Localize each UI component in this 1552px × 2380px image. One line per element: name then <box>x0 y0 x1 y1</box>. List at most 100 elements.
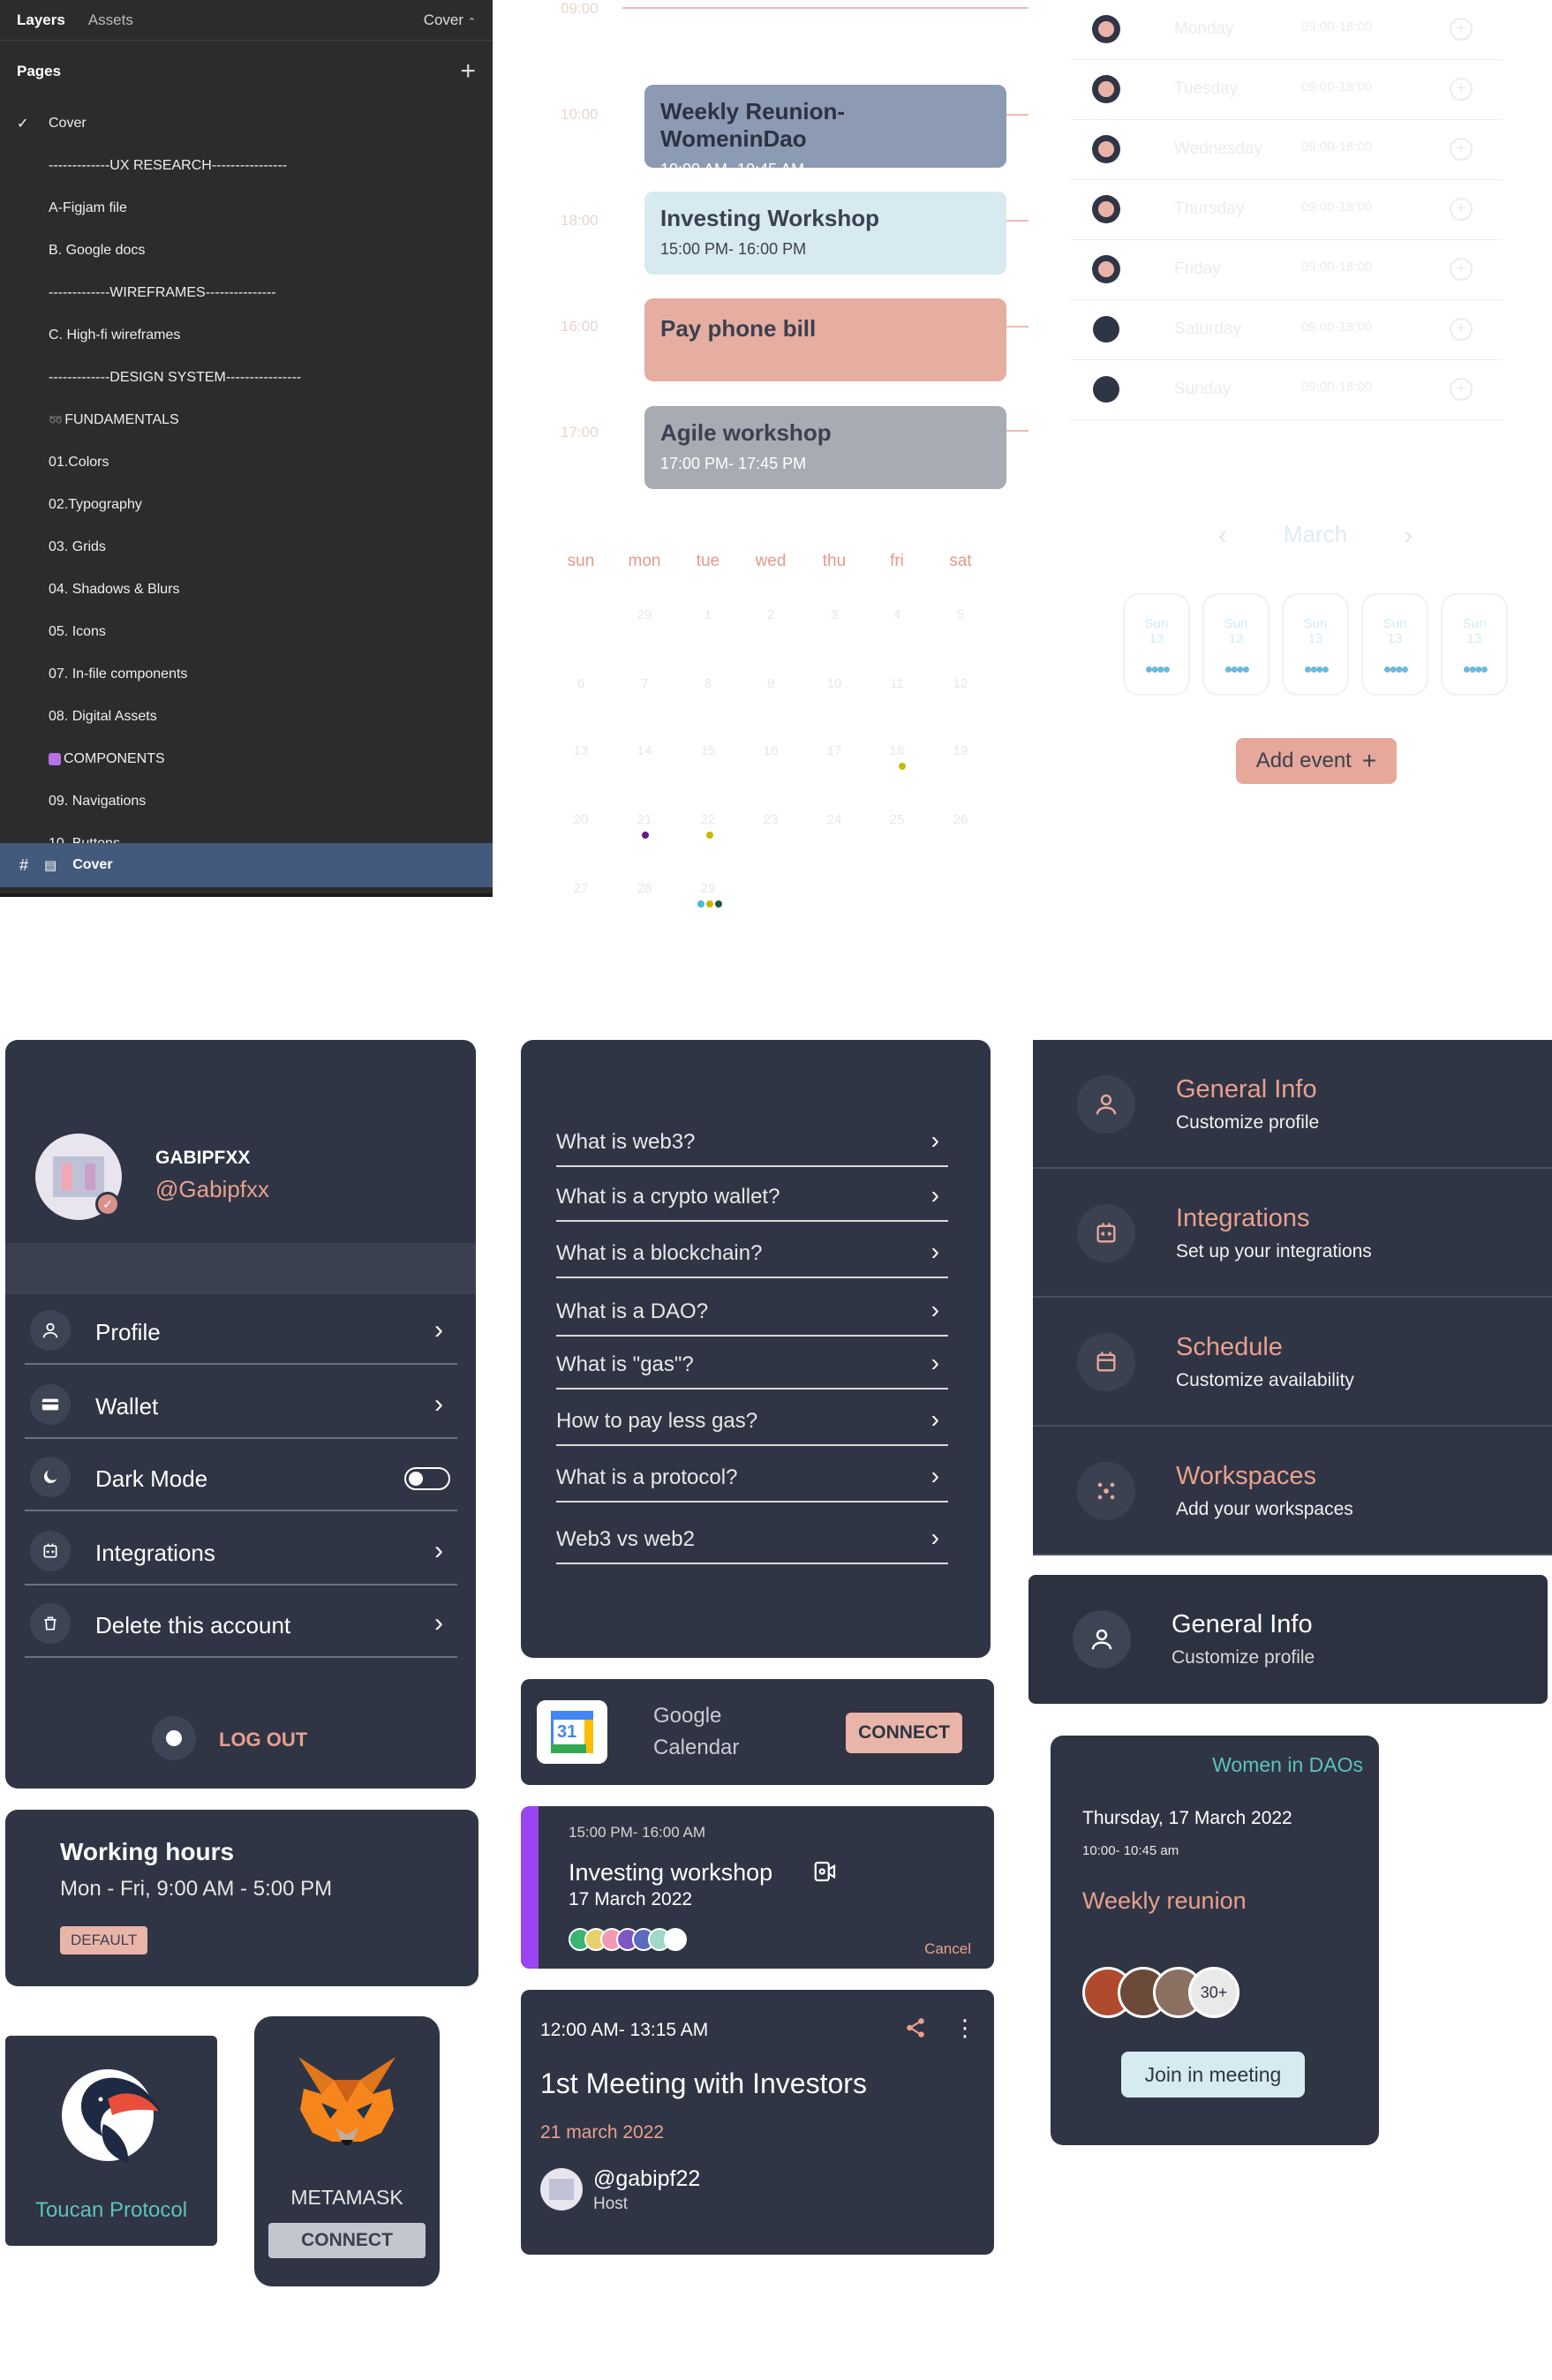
add-hours-icon[interactable]: + <box>1450 78 1473 101</box>
faq-item[interactable]: What is a DAO? › <box>556 1280 948 1337</box>
day-card[interactable]: Sun 13 ●●●● <box>1441 593 1508 696</box>
add-page-icon[interactable]: + <box>460 56 476 87</box>
chevron-left-icon[interactable]: ‹ <box>1218 521 1227 551</box>
calendar-day[interactable]: 7 <box>627 676 662 691</box>
page-item[interactable]: ➿ FUNDAMENTALS <box>0 399 493 441</box>
video-call-icon[interactable] <box>812 1857 839 1886</box>
calendar-day[interactable]: 18 <box>879 743 915 758</box>
settings-row[interactable]: Integrations Set up your integrations <box>1033 1169 1552 1298</box>
event-investing-workshop[interactable]: Investing Workshop 15:00 PM- 16:00 PM <box>644 192 1006 275</box>
day-card[interactable]: Sun 13 ●●●● <box>1123 593 1190 696</box>
cancel-link[interactable]: Cancel <box>924 1940 971 1958</box>
settings-row[interactable]: General Info Customize profile <box>1033 1040 1552 1169</box>
calendar-day[interactable]: 21 <box>627 812 662 827</box>
calendar-day[interactable]: 15 <box>690 743 726 758</box>
event-agile-workshop[interactable]: Agile workshop 17:00 PM- 17:45 PM <box>644 406 1006 489</box>
page-item[interactable]: 07. In-file components <box>0 653 493 696</box>
menu-item-dark-mode[interactable]: Dark Mode <box>25 1439 457 1511</box>
faq-item[interactable]: What is a crypto wallet? › <box>556 1165 948 1222</box>
event-weekly-reunion[interactable]: Weekly Reunion-WomeninDao 10:00 AM- 10:4… <box>644 85 1006 178</box>
calendar-day[interactable]: 26 <box>943 812 978 827</box>
settings-row-general-info-hover[interactable]: General Info Customize profile <box>1028 1575 1548 1704</box>
calendar-day[interactable]: 10 <box>817 676 852 691</box>
calendar-day[interactable]: 4 <box>879 607 915 622</box>
calendar-day[interactable]: 1 <box>690 607 726 622</box>
google-calendar-connect-button[interactable]: CONNECT <box>846 1713 962 1753</box>
add-hours-icon[interactable]: + <box>1450 198 1473 221</box>
menu-item-profile[interactable]: Profile › <box>25 1292 457 1365</box>
faq-item[interactable]: How to pay less gas? › <box>556 1390 948 1446</box>
page-item[interactable]: -------------WIREFRAMES--------------- <box>0 272 493 314</box>
calendar-day[interactable]: 6 <box>563 676 599 691</box>
faq-item[interactable]: Web3 vs web2 › <box>556 1508 948 1564</box>
day-radio[interactable] <box>1093 256 1119 282</box>
menu-item-wallet[interactable]: Wallet › <box>25 1367 457 1439</box>
page-item[interactable]: 08. Digital Assets <box>0 696 493 738</box>
calendar-day[interactable]: 11 <box>879 676 915 691</box>
calendar-day[interactable]: 12 <box>943 676 978 691</box>
page-item[interactable]: -------------UX RESEARCH---------------- <box>0 145 493 187</box>
calendar-day[interactable]: 25 <box>879 812 915 827</box>
day-radio[interactable] <box>1093 316 1119 343</box>
selected-layer-row[interactable]: # ▤ Cover <box>0 843 493 887</box>
page-item[interactable]: 01.Colors <box>0 441 493 484</box>
logout-icon[interactable] <box>152 1716 196 1760</box>
tab-assets[interactable]: Assets <box>88 11 133 29</box>
add-event-button[interactable]: Add event + <box>1236 738 1397 784</box>
day-card[interactable]: Sun 13 ●●●● <box>1202 593 1269 696</box>
dark-mode-toggle[interactable] <box>404 1467 450 1490</box>
calendar-day[interactable]: 29 <box>627 607 662 622</box>
calendar-day[interactable]: 23 <box>753 812 788 827</box>
day-radio[interactable] <box>1093 196 1119 222</box>
add-hours-icon[interactable]: + <box>1450 258 1473 281</box>
more-options-icon[interactable]: ⋮ <box>953 2016 976 2039</box>
day-radio[interactable] <box>1093 136 1119 162</box>
calendar-day[interactable]: 17 <box>817 743 852 758</box>
day-card[interactable]: Sun 13 ●●●● <box>1361 593 1428 696</box>
faq-item[interactable]: What is a protocol? › <box>556 1446 948 1503</box>
share-icon[interactable] <box>904 2016 927 2039</box>
calendar-day[interactable]: 9 <box>753 676 788 691</box>
calendar-day[interactable]: 29 <box>690 881 726 896</box>
add-hours-icon[interactable]: + <box>1450 138 1473 161</box>
menu-item-integrations[interactable]: Integrations › <box>25 1513 457 1585</box>
page-item[interactable]: A-Figjam file <box>0 187 493 230</box>
settings-row[interactable]: Workspaces Add your workspaces <box>1033 1427 1552 1555</box>
page-item[interactable]: 03. Grids <box>0 526 493 569</box>
page-item[interactable]: C. High-fi wireframes <box>0 314 493 357</box>
page-dropdown[interactable]: Cover ⌃ <box>424 11 476 29</box>
add-hours-icon[interactable]: + <box>1450 318 1473 341</box>
calendar-day[interactable]: 14 <box>627 743 662 758</box>
event-pay-phone-bill[interactable]: Pay phone bill <box>644 298 1006 381</box>
page-item[interactable]: 05. Icons <box>0 611 493 653</box>
faq-item[interactable]: What is "gas"? › <box>556 1333 948 1390</box>
add-hours-icon[interactable]: + <box>1450 18 1473 41</box>
day-card[interactable]: Sun 13 ●●●● <box>1282 593 1349 696</box>
calendar-day[interactable]: 16 <box>753 743 788 758</box>
page-item[interactable]: B. Google docs <box>0 230 493 272</box>
join-meeting-button[interactable]: Join in meeting <box>1121 2052 1305 2098</box>
menu-item-delete-account[interactable]: Delete this account › <box>25 1585 457 1658</box>
settings-row[interactable]: Schedule Customize availability <box>1033 1298 1552 1427</box>
logout-button[interactable]: LOG OUT <box>219 1729 307 1751</box>
calendar-day[interactable]: 3 <box>817 607 852 622</box>
faq-item[interactable]: What is web3? › <box>556 1111 948 1167</box>
page-item[interactable]: ✓ Cover <box>0 102 493 145</box>
calendar-day[interactable]: 28 <box>627 881 662 896</box>
faq-item[interactable]: What is a blockchain? › <box>556 1222 948 1278</box>
day-radio[interactable] <box>1093 16 1119 42</box>
calendar-day[interactable]: 24 <box>817 812 852 827</box>
metamask-connect-button[interactable]: CONNECT <box>268 2223 426 2258</box>
calendar-day[interactable]: 22 <box>690 812 726 827</box>
calendar-day[interactable]: 8 <box>690 676 726 691</box>
investing-event-card[interactable]: 15:00 PM- 16:00 AM Investing workshop 17… <box>521 1806 994 1969</box>
day-radio[interactable] <box>1093 376 1119 403</box>
page-item[interactable]: 04. Shadows & Blurs <box>0 569 493 611</box>
page-item[interactable]: 09. Navigations <box>0 780 493 823</box>
calendar-day[interactable]: 2 <box>753 607 788 622</box>
tab-layers[interactable]: Layers <box>17 11 65 29</box>
calendar-day[interactable]: 5 <box>943 607 978 622</box>
day-radio[interactable] <box>1093 76 1119 102</box>
calendar-day[interactable]: 27 <box>563 881 599 896</box>
page-item[interactable]: 02.Typography <box>0 484 493 526</box>
